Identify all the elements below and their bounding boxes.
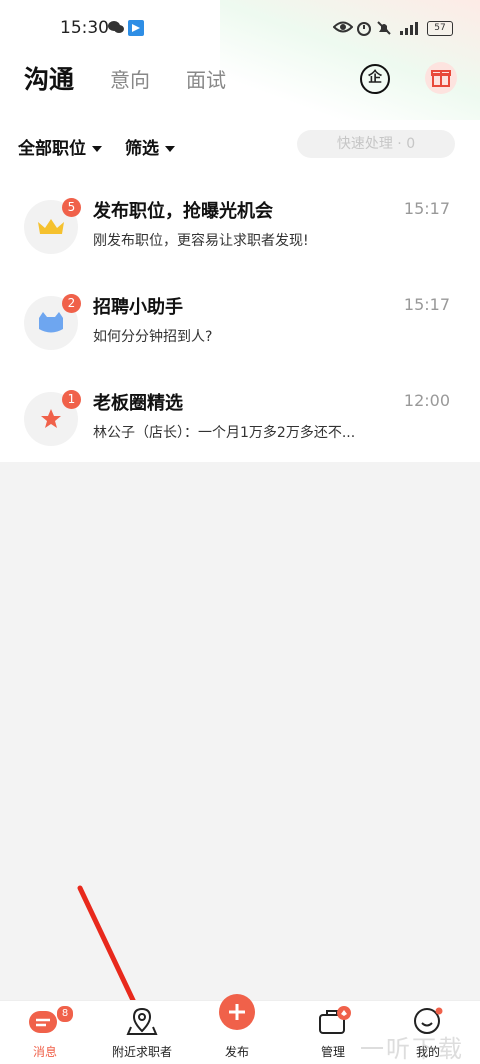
conversation-time: 15:17: [403, 295, 450, 314]
conversation-item[interactable]: 1 老板圈精选 12:00 林公子（店长）：一个月1万多2万多还不...: [0, 378, 480, 474]
conversation-preview: 林公子（店长）：一个月1万多2万多还不...: [93, 425, 356, 441]
plus-icon: [219, 994, 255, 1030]
unread-badge: 2: [62, 294, 81, 313]
position-filter[interactable]: 全部职位: [18, 134, 102, 159]
bottom-nav: 8 消息 附近求职者 发布 管理 我的 一听下载: [0, 994, 480, 1064]
conversation-time: 12:00: [403, 391, 450, 410]
nav-messages[interactable]: 8 消息: [5, 1001, 85, 1064]
conversation-title: 招聘小助手: [93, 297, 183, 318]
position-filter-label: 全部职位: [18, 139, 86, 159]
eye-icon: [333, 21, 353, 33]
nav-nearby-seekers[interactable]: 附近求职者: [102, 1001, 182, 1064]
top-panel: 15:30 57 沟通 意向 面试 企 全部职位 筛选 快速处理 · 0 5 发…: [0, 0, 480, 462]
quick-process-button[interactable]: 快速处理 · 0: [297, 130, 455, 158]
conversation-item[interactable]: 5 发布职位，抢曝光机会 15:17 刚发布职位，更容易让求职者发现!: [0, 186, 480, 282]
briefcase-icon: [319, 1006, 351, 1034]
nav-label: 消息: [32, 1045, 57, 1059]
conversation-title: 发布职位，抢曝光机会: [93, 201, 273, 222]
alarm-icon: [357, 22, 371, 36]
mute-icon: [377, 21, 391, 35]
nav-label: 我的: [415, 1045, 440, 1059]
wechat-icon: [108, 21, 124, 33]
chevron-down-icon: [165, 146, 175, 152]
nav-mine[interactable]: 我的: [388, 1001, 468, 1064]
gift-icon-glyph: [431, 70, 451, 87]
app-notification-icon: [128, 20, 144, 36]
conversation-time: 15:17: [403, 199, 450, 218]
battery-indicator: 57: [427, 21, 453, 36]
conversation-title: 老板圈精选: [93, 393, 183, 414]
screen-filter[interactable]: 筛选: [125, 134, 175, 159]
unread-badge: 1: [62, 390, 81, 409]
nav-message-badge: 8: [56, 1005, 74, 1023]
status-bar: 15:30 57: [0, 0, 480, 56]
profile-smile-icon: [414, 1007, 443, 1034]
nav-manage[interactable]: 管理: [293, 1001, 373, 1064]
unread-badge: 5: [62, 198, 81, 217]
conversation-preview: 如何分分钟招到人?: [93, 329, 213, 345]
nav-label: 附近求职者: [111, 1045, 172, 1059]
chevron-down-icon: [92, 146, 102, 152]
tab-chat[interactable]: 沟通: [24, 60, 74, 96]
company-icon[interactable]: 企: [360, 64, 390, 94]
gift-icon[interactable]: [425, 62, 457, 94]
conversation-item[interactable]: 2 招聘小助手 15:17 如何分分钟招到人?: [0, 282, 480, 378]
nav-label: 发布: [224, 1045, 249, 1059]
status-time: 15:30: [60, 18, 109, 38]
tab-interview[interactable]: 面试: [186, 64, 226, 93]
header-tabs: 沟通 意向 面试: [0, 58, 480, 104]
screen-filter-label: 筛选: [125, 139, 159, 159]
signal-icon: [400, 22, 418, 35]
nav-publish[interactable]: 发布: [197, 994, 277, 1064]
tab-interest[interactable]: 意向: [110, 64, 150, 93]
nav-label: 管理: [320, 1045, 345, 1059]
location-pin-icon: [126, 1007, 158, 1035]
conversation-preview: 刚发布职位，更容易让求职者发现!: [93, 233, 309, 249]
